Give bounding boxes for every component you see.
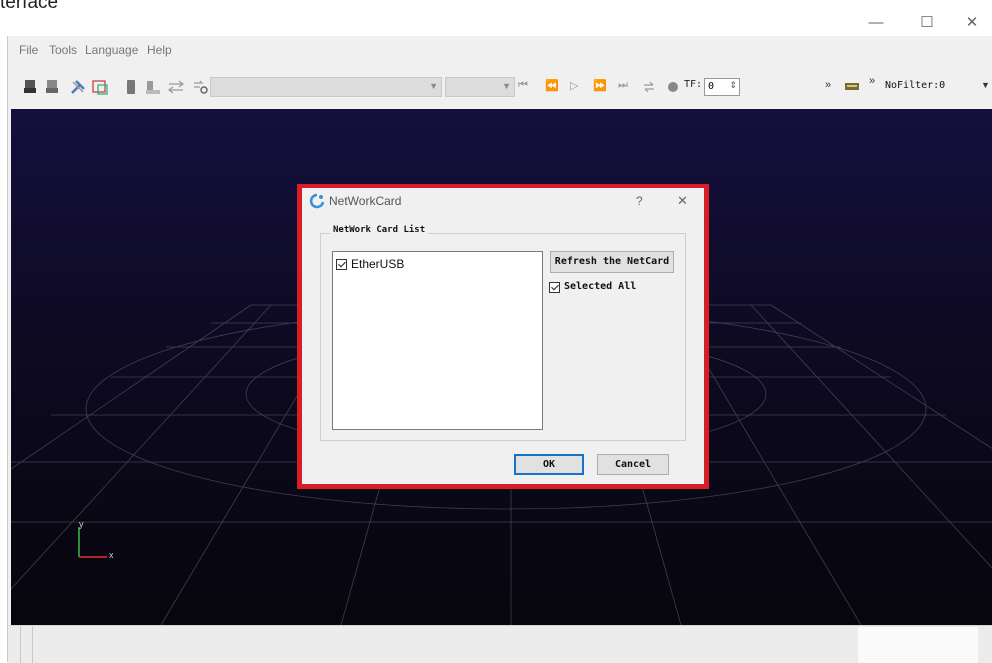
network-card-list[interactable]: EtherUSB — [332, 251, 543, 430]
axis-y-label: y — [79, 519, 84, 529]
device-select[interactable]: ▼ — [210, 77, 442, 97]
more-tools-button[interactable]: » — [825, 79, 831, 91]
minimize-button[interactable]: — — [866, 15, 886, 30]
loop-icon[interactable] — [641, 79, 657, 95]
status-divider — [20, 626, 21, 663]
menu-file[interactable]: File — [19, 43, 38, 57]
menu-bar: File Tools Language Help — [8, 36, 992, 62]
disconnect-icon[interactable] — [44, 79, 60, 95]
close-button[interactable]: ✕ — [962, 15, 982, 30]
axis-x-label: x — [109, 550, 114, 560]
mode-select[interactable]: ▼ — [445, 77, 515, 97]
play-button[interactable]: ▷ — [570, 79, 578, 92]
toolbar: ▼ ▼ ⏮ ⏪ ▷ ⏩ ⏭ TF: 0 ⇕ » » NoFilter:0 ▼ — [8, 70, 992, 108]
network-card-dialog: NetWorkCard ? ✕ NetWork Card List EtherU… — [302, 188, 704, 484]
device-icon[interactable] — [123, 79, 139, 95]
connect-icon[interactable] — [22, 79, 38, 95]
tf-value: 0 — [708, 81, 715, 92]
chevron-down-icon: ▼ — [502, 81, 511, 91]
app-logo-icon — [309, 193, 325, 209]
more-filters-button[interactable]: » — [869, 75, 875, 87]
rewind-button[interactable]: ⏪ — [545, 79, 559, 92]
select-all-label: Selected All — [564, 281, 637, 292]
status-dot-icon — [668, 82, 678, 92]
status-field — [858, 627, 978, 663]
dialog-close-button[interactable]: ✕ — [677, 193, 688, 209]
help-button[interactable]: ? — [636, 194, 643, 208]
tf-label: TF: — [684, 79, 703, 90]
chevron-down-icon: ▼ — [429, 81, 438, 91]
group-title: NetWork Card List — [330, 225, 429, 235]
chevron-down-icon[interactable]: ▼ — [981, 80, 990, 90]
tf-spinbox[interactable]: 0 ⇕ — [704, 78, 740, 96]
select-all-checkbox[interactable] — [549, 282, 560, 293]
skip-start-button[interactable]: ⏮ — [518, 79, 528, 92]
menu-help[interactable]: Help — [147, 43, 172, 57]
page-caption: terface — [0, 0, 59, 13]
rotate-icon[interactable] — [192, 79, 208, 95]
tools-icon[interactable] — [70, 79, 86, 95]
status-bar — [8, 625, 992, 663]
menu-tools[interactable]: Tools — [49, 43, 77, 57]
ok-button[interactable]: OK — [514, 454, 584, 475]
skip-end-button[interactable]: ⏭ — [618, 79, 628, 92]
refresh-netcard-button[interactable]: Refresh the NetCard — [550, 251, 674, 273]
menu-language[interactable]: Language — [85, 43, 138, 57]
status-divider — [32, 626, 33, 663]
capture-icon[interactable] — [92, 79, 108, 95]
dialog-title: NetWorkCard — [329, 194, 402, 208]
record-icon[interactable] — [145, 79, 161, 95]
forward-button[interactable]: ⏩ — [593, 79, 607, 92]
sync-icon[interactable] — [168, 79, 184, 95]
filter-select[interactable]: NoFilter:0 — [885, 80, 945, 91]
filter-settings-icon[interactable] — [844, 79, 860, 95]
maximize-button[interactable]: ☐ — [917, 15, 937, 30]
spin-arrows-icon[interactable]: ⇕ — [729, 80, 737, 91]
list-item-label: EtherUSB — [351, 257, 405, 271]
cancel-button[interactable]: Cancel — [597, 454, 669, 475]
etherusb-checkbox[interactable] — [336, 259, 347, 270]
